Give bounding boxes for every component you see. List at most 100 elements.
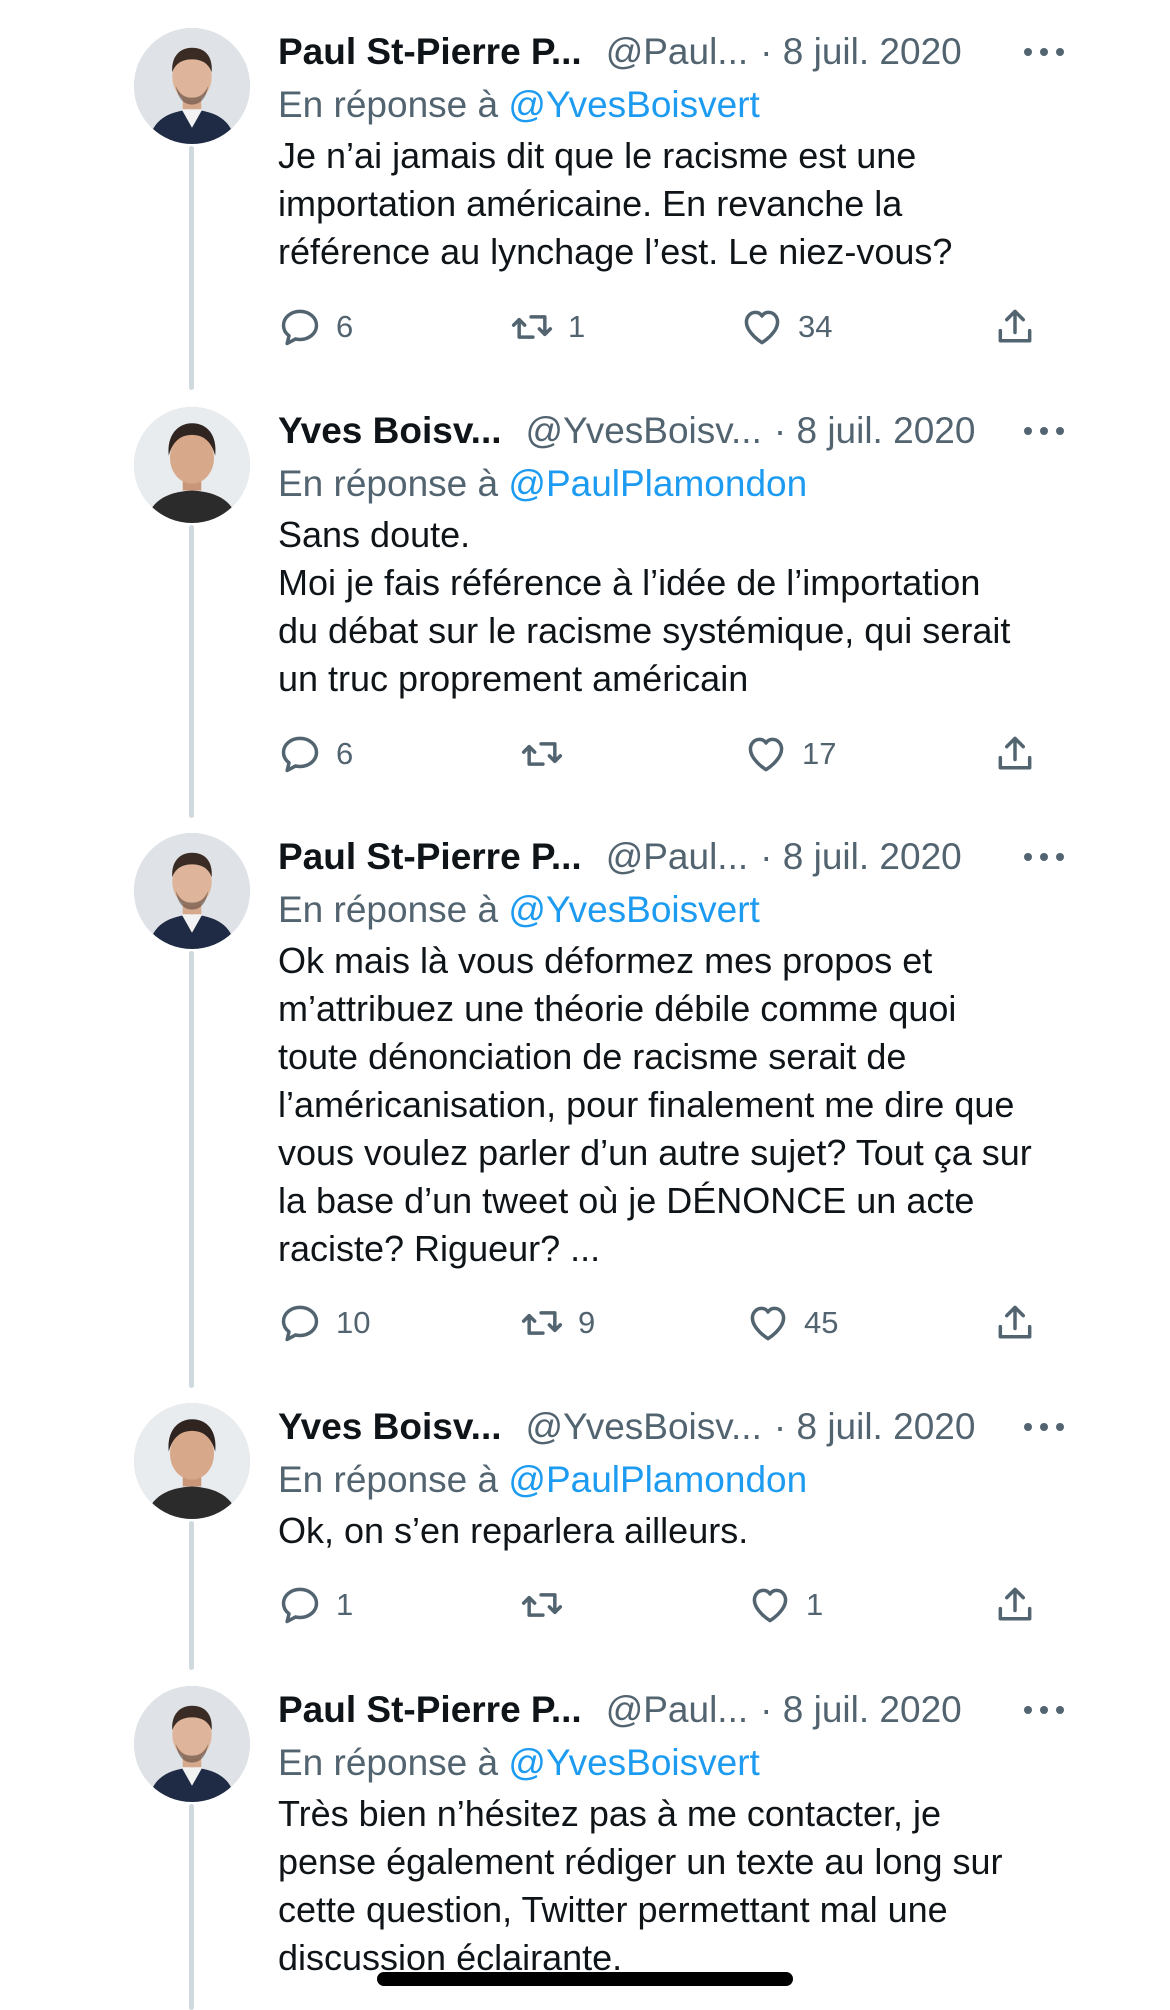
more-dot <box>1040 1706 1048 1714</box>
user-handle[interactable]: @Paul... <box>606 31 748 73</box>
avatar[interactable] <box>134 407 250 523</box>
share-button[interactable] <box>993 1299 1037 1347</box>
reply-mention-link[interactable]: @YvesBoisvert <box>508 1742 759 1783</box>
retweet-icon <box>520 1583 564 1627</box>
tweet-date[interactable]: · 8 juil. 2020 <box>760 1689 962 1731</box>
thread-connector-line <box>189 1804 194 2010</box>
reply-icon <box>278 305 322 349</box>
reply-context: En réponse à @PaulPlamondon <box>278 459 1038 509</box>
tweet-content: Paul St-Pierre P... @Paul... · 8 juil. 202… <box>278 28 1064 276</box>
tweet-date[interactable]: · 8 juil. 2020 <box>760 31 962 73</box>
retweet-button[interactable]: 1 <box>510 303 585 351</box>
share-button[interactable] <box>993 1581 1037 1629</box>
like-button[interactable]: 1 <box>748 1581 823 1629</box>
reply-count: 6 <box>336 309 354 344</box>
more-dot <box>1024 1423 1032 1431</box>
retweet-button[interactable]: 9 <box>520 1299 595 1347</box>
tweet-date[interactable]: · 8 juil. 2020 <box>760 836 962 878</box>
tweet-date[interactable]: · 8 juil. 2020 <box>774 1406 976 1448</box>
tweet-text: Ok mais là vous déformez mes propos et m’… <box>278 937 1038 1273</box>
tweet-date[interactable]: · 8 juil. 2020 <box>774 410 976 452</box>
tweet-text-line: raciste? Rigueur? ... <box>278 1228 601 1269</box>
thread-connector-line <box>189 951 194 1388</box>
tweet-text-line: Très bien n’hésitez pas à me contacter, … <box>278 1793 942 1834</box>
share-icon <box>993 305 1037 349</box>
avatar[interactable] <box>134 28 250 144</box>
display-name[interactable]: Yves Boisv... <box>278 410 502 452</box>
home-indicator[interactable] <box>377 1972 793 1986</box>
more-icon[interactable] <box>1024 1417 1064 1437</box>
more-dot <box>1024 853 1032 861</box>
tweet-content: Paul St-Pierre P... @Paul... · 8 juil. 202… <box>278 833 1064 1273</box>
tweet-header: Paul St-Pierre P... @Paul... · 8 juil. 202… <box>278 28 1038 76</box>
reply-count: 10 <box>336 1305 371 1340</box>
tweet-text-line: m’attribuez une théorie débile comme quo… <box>278 988 957 1029</box>
avatar[interactable] <box>134 1686 250 1802</box>
reply-mention-link[interactable]: @YvesBoisvert <box>508 889 759 930</box>
more-dot <box>1040 853 1048 861</box>
tweet-text: Sans doute. Moi je fais référence à l’idé… <box>278 511 1038 703</box>
retweet-icon <box>520 1301 564 1345</box>
tweet-text-line: pense également rédiger un texte au long… <box>278 1841 1003 1882</box>
like-button[interactable]: 34 <box>740 303 832 351</box>
more-dot <box>1024 427 1032 435</box>
tweet-text-line: vous voulez parler d’un autre sujet? Tou… <box>278 1132 1032 1173</box>
avatar[interactable] <box>134 1403 250 1519</box>
tweet-text-line: un truc proprement américain <box>278 658 749 699</box>
user-handle[interactable]: @YvesBoisv... <box>526 410 762 452</box>
tweet-text-line: Sans doute. <box>278 514 471 555</box>
more-dot <box>1040 1423 1048 1431</box>
tweet-actions: 11 <box>278 1581 1038 1629</box>
tweet-actions: 10 9 45 <box>278 1299 1038 1347</box>
share-button[interactable] <box>993 730 1037 778</box>
display-name[interactable]: Yves Boisv... <box>278 1406 502 1448</box>
tweet-text-line: toute dénonciation de racisme serait de <box>278 1036 907 1077</box>
more-icon[interactable] <box>1024 1700 1064 1720</box>
reply-button[interactable]: 10 <box>278 1299 370 1347</box>
reply-icon <box>278 1583 322 1627</box>
retweet-button[interactable] <box>520 1581 578 1629</box>
more-dot <box>1056 853 1064 861</box>
user-handle[interactable]: @Paul... <box>606 1689 748 1731</box>
display-name[interactable]: Paul St-Pierre P... <box>278 1689 582 1731</box>
retweet-button[interactable] <box>520 730 578 778</box>
share-icon <box>993 732 1037 776</box>
reply-prefix: En réponse à <box>278 1459 499 1500</box>
more-icon[interactable] <box>1024 421 1064 441</box>
reply-context: En réponse à @YvesBoisvert <box>278 80 1038 130</box>
display-name[interactable]: Paul St-Pierre P... <box>278 31 582 73</box>
more-dot <box>1040 48 1048 56</box>
tweet-text-line: Ok, on s’en reparlera ailleurs. <box>278 1510 749 1551</box>
tweet-header: Yves Boisv... @YvesBoisv... · 8 juil. 2020 <box>278 1403 1038 1451</box>
reply-button[interactable]: 6 <box>278 303 353 351</box>
tweet-text-line: Ok mais là vous déformez mes propos et <box>278 940 933 981</box>
reply-mention-link[interactable]: @PaulPlamondon <box>508 463 807 504</box>
more-icon[interactable] <box>1024 847 1064 867</box>
more-dot <box>1056 48 1064 56</box>
reply-mention-link[interactable]: @YvesBoisvert <box>508 84 759 125</box>
more-dot <box>1024 48 1032 56</box>
reply-context: En réponse à @YvesBoisvert <box>278 1738 1038 1788</box>
more-icon[interactable] <box>1024 42 1064 62</box>
reply-button[interactable]: 1 <box>278 1581 353 1629</box>
avatar[interactable] <box>134 833 250 949</box>
retweet-count: 9 <box>578 1305 596 1340</box>
reply-mention-link[interactable]: @PaulPlamondon <box>508 1459 807 1500</box>
heart-icon <box>748 1583 792 1627</box>
tweet-text: Je n’ai jamais dit que le racisme est un… <box>278 132 1038 276</box>
share-button[interactable] <box>993 303 1037 351</box>
like-count: 17 <box>802 736 837 771</box>
tweet-content: Yves Boisv... @YvesBoisv... · 8 juil. 2020… <box>278 1403 1064 1555</box>
tweet-actions: 6 1 34 <box>278 303 1038 351</box>
user-handle[interactable]: @YvesBoisv... <box>526 1406 762 1448</box>
more-dot <box>1056 1706 1064 1714</box>
display-name[interactable]: Paul St-Pierre P... <box>278 836 582 878</box>
like-button[interactable]: 45 <box>746 1299 838 1347</box>
reply-button[interactable]: 6 <box>278 730 353 778</box>
like-button[interactable]: 17 <box>744 730 836 778</box>
like-count: 1 <box>806 1587 824 1622</box>
reply-count: 1 <box>336 1587 354 1622</box>
tweet-text-line: importation américaine. En revanche la <box>278 183 903 224</box>
user-handle[interactable]: @Paul... <box>606 836 748 878</box>
like-count: 34 <box>798 309 833 344</box>
